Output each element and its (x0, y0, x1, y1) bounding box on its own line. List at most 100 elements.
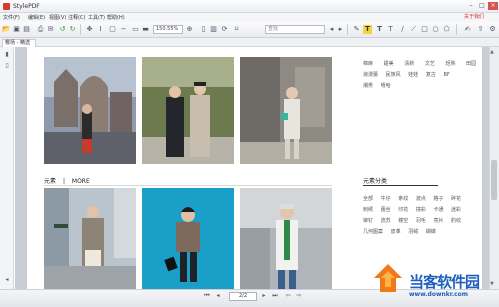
category-item[interactable]: 流苏 (381, 218, 391, 224)
next-page-icon[interactable]: ▸ (260, 292, 268, 300)
tag[interactable]: 甜美 (384, 61, 394, 67)
print-icon[interactable]: ⎙ (36, 25, 45, 34)
tag[interactable]: 民族风 (386, 72, 401, 78)
photo-girl-old-wall (240, 57, 332, 164)
menu-file[interactable]: 文件(F) (3, 14, 20, 21)
close-button[interactable]: × (488, 2, 498, 10)
save-icon[interactable]: ▣ (12, 25, 21, 34)
two-page-icon[interactable]: ▥ (209, 25, 218, 34)
saveas-icon[interactable]: ▤ (22, 25, 31, 34)
zoom-field[interactable]: 150.55% (153, 25, 183, 34)
category-item[interactable]: 撞彩 (416, 207, 426, 213)
about-link[interactable]: 关于我们 (464, 13, 484, 20)
category-row: 铆钉 流苏 镂空 羽毛 亮片 豹纹 (363, 217, 461, 224)
zoom-out-icon[interactable]: − (119, 25, 128, 34)
typewriter-icon[interactable]: T (375, 25, 384, 34)
tag[interactable]: 轻熟 (445, 61, 455, 67)
menu-tools[interactable]: 工具(T) (88, 14, 105, 21)
category-item[interactable]: 刺绣 (363, 207, 373, 213)
minimize-button[interactable]: – (466, 2, 476, 10)
category-item[interactable]: 蝴蝶 (426, 229, 436, 235)
category-item[interactable]: 印花 (398, 207, 408, 213)
tag[interactable]: 潮男 (363, 83, 373, 89)
category-item[interactable]: 羽毛 (416, 218, 426, 224)
category-item[interactable]: 皮革 (391, 229, 401, 235)
more-link[interactable]: MORE (72, 178, 90, 185)
pencil-icon[interactable]: ∕ (398, 25, 407, 34)
section-title-right: 元素分类 (363, 178, 388, 185)
tag[interactable]: 浪漫蕾 (363, 72, 378, 78)
menu-view[interactable]: 视图(V) (49, 14, 66, 21)
redo-icon[interactable]: ↻ (68, 25, 77, 34)
highlight-text-icon[interactable]: T (363, 25, 372, 34)
bookmark-icon[interactable]: ⌑ (232, 25, 241, 34)
tag[interactable]: BF (443, 72, 449, 78)
menu-edit[interactable]: 编辑(E) (28, 14, 45, 21)
search-next-icon[interactable]: ▸ (336, 25, 345, 34)
category-item[interactable]: 碎花 (451, 196, 461, 202)
textbox-icon[interactable]: T (386, 25, 395, 34)
tag[interactable]: 娃娃 (408, 72, 418, 78)
tag[interactable]: 复古 (426, 72, 436, 78)
thumbnails-panel-icon[interactable]: ▯ (3, 62, 11, 70)
category-item[interactable]: 铆钉 (363, 218, 373, 224)
polygon-icon[interactable]: ⬠ (442, 25, 451, 34)
collapse-panel-icon[interactable]: ◂ (3, 276, 11, 284)
settings-icon[interactable]: ⚙ (488, 25, 497, 34)
fit-width-icon[interactable]: ▬ (141, 25, 150, 34)
category-item[interactable]: 迷彩 (451, 207, 461, 213)
back-icon[interactable]: ⇦ (284, 292, 292, 300)
email-icon[interactable]: ✉ (46, 25, 55, 34)
category-item[interactable]: 波点 (416, 196, 426, 202)
page-number-field[interactable]: 2/2 (229, 292, 257, 301)
category-item[interactable]: 镂空 (398, 218, 408, 224)
zoom-in-icon[interactable]: ⊕ (185, 25, 194, 34)
search-input[interactable]: 查找 (265, 25, 325, 34)
fit-page-icon[interactable]: ▭ (131, 25, 140, 34)
category-item[interactable]: 卡通 (433, 207, 443, 213)
rectangle-icon[interactable]: □ (420, 25, 429, 34)
ellipse-icon[interactable]: ○ (431, 25, 440, 34)
divider (363, 185, 438, 186)
line-icon[interactable]: ⟋ (409, 25, 418, 34)
share-icon[interactable]: ⇪ (476, 25, 485, 34)
edit-icon[interactable]: ✍ (463, 25, 472, 34)
rotate-icon[interactable]: ⟳ (220, 25, 229, 34)
forward-icon[interactable]: ⇨ (295, 292, 303, 300)
tag[interactable]: 清新 (404, 61, 414, 67)
document-tab[interactable]: 樱场 - 精选 (2, 39, 36, 47)
category-item[interactable]: 全部 (363, 196, 373, 202)
tag[interactable]: 文艺 (425, 61, 435, 67)
note-icon[interactable]: ✎ (352, 25, 361, 34)
menu-help[interactable]: 帮助(H) (107, 14, 125, 21)
category-item[interactable]: 亮片 (433, 218, 443, 224)
select-text-icon[interactable]: I (96, 25, 105, 34)
category-item[interactable]: 豹纹 (451, 218, 461, 224)
single-page-icon[interactable]: ▯ (199, 25, 208, 34)
category-item[interactable]: 牛仔 (381, 196, 391, 202)
undo-icon[interactable]: ↺ (58, 25, 67, 34)
category-item[interactable]: 格子 (433, 196, 443, 202)
bookmarks-panel-icon[interactable]: ▮ (3, 51, 11, 59)
last-page-icon[interactable]: ⏭ (271, 292, 279, 300)
open-icon[interactable]: 📂 (2, 25, 11, 34)
category-row: 全部 牛仔 条纹 波点 格子 碎花 (363, 195, 461, 202)
tag-row: 浪漫蕾 民族风 娃娃 复古 BF (363, 71, 450, 78)
category-item[interactable]: 蕾丝 (381, 207, 391, 213)
menu-comment[interactable]: 注释(C) (68, 14, 85, 21)
previous-page-icon[interactable]: ◂ (214, 292, 222, 300)
snapshot-icon[interactable]: ▢ (108, 25, 117, 34)
pan-icon[interactable]: ✥ (85, 25, 94, 34)
category-item[interactable]: 几何图案 (363, 229, 383, 235)
first-page-icon[interactable]: ⏮ (203, 292, 211, 300)
tag[interactable]: 棉麻 (363, 61, 373, 67)
scroll-down-icon[interactable]: ▼ (490, 281, 494, 287)
tag[interactable]: 田园 (466, 61, 476, 67)
scrollbar-thumb[interactable] (491, 160, 497, 200)
category-item[interactable]: 羽绒 (408, 229, 418, 235)
category-item[interactable]: 条纹 (398, 196, 408, 202)
maximize-button[interactable]: □ (477, 2, 487, 10)
scroll-up-icon[interactable]: ▲ (490, 49, 494, 55)
search-prev-icon[interactable]: ◂ (327, 25, 336, 34)
tag[interactable]: 嘻哈 (381, 83, 391, 89)
